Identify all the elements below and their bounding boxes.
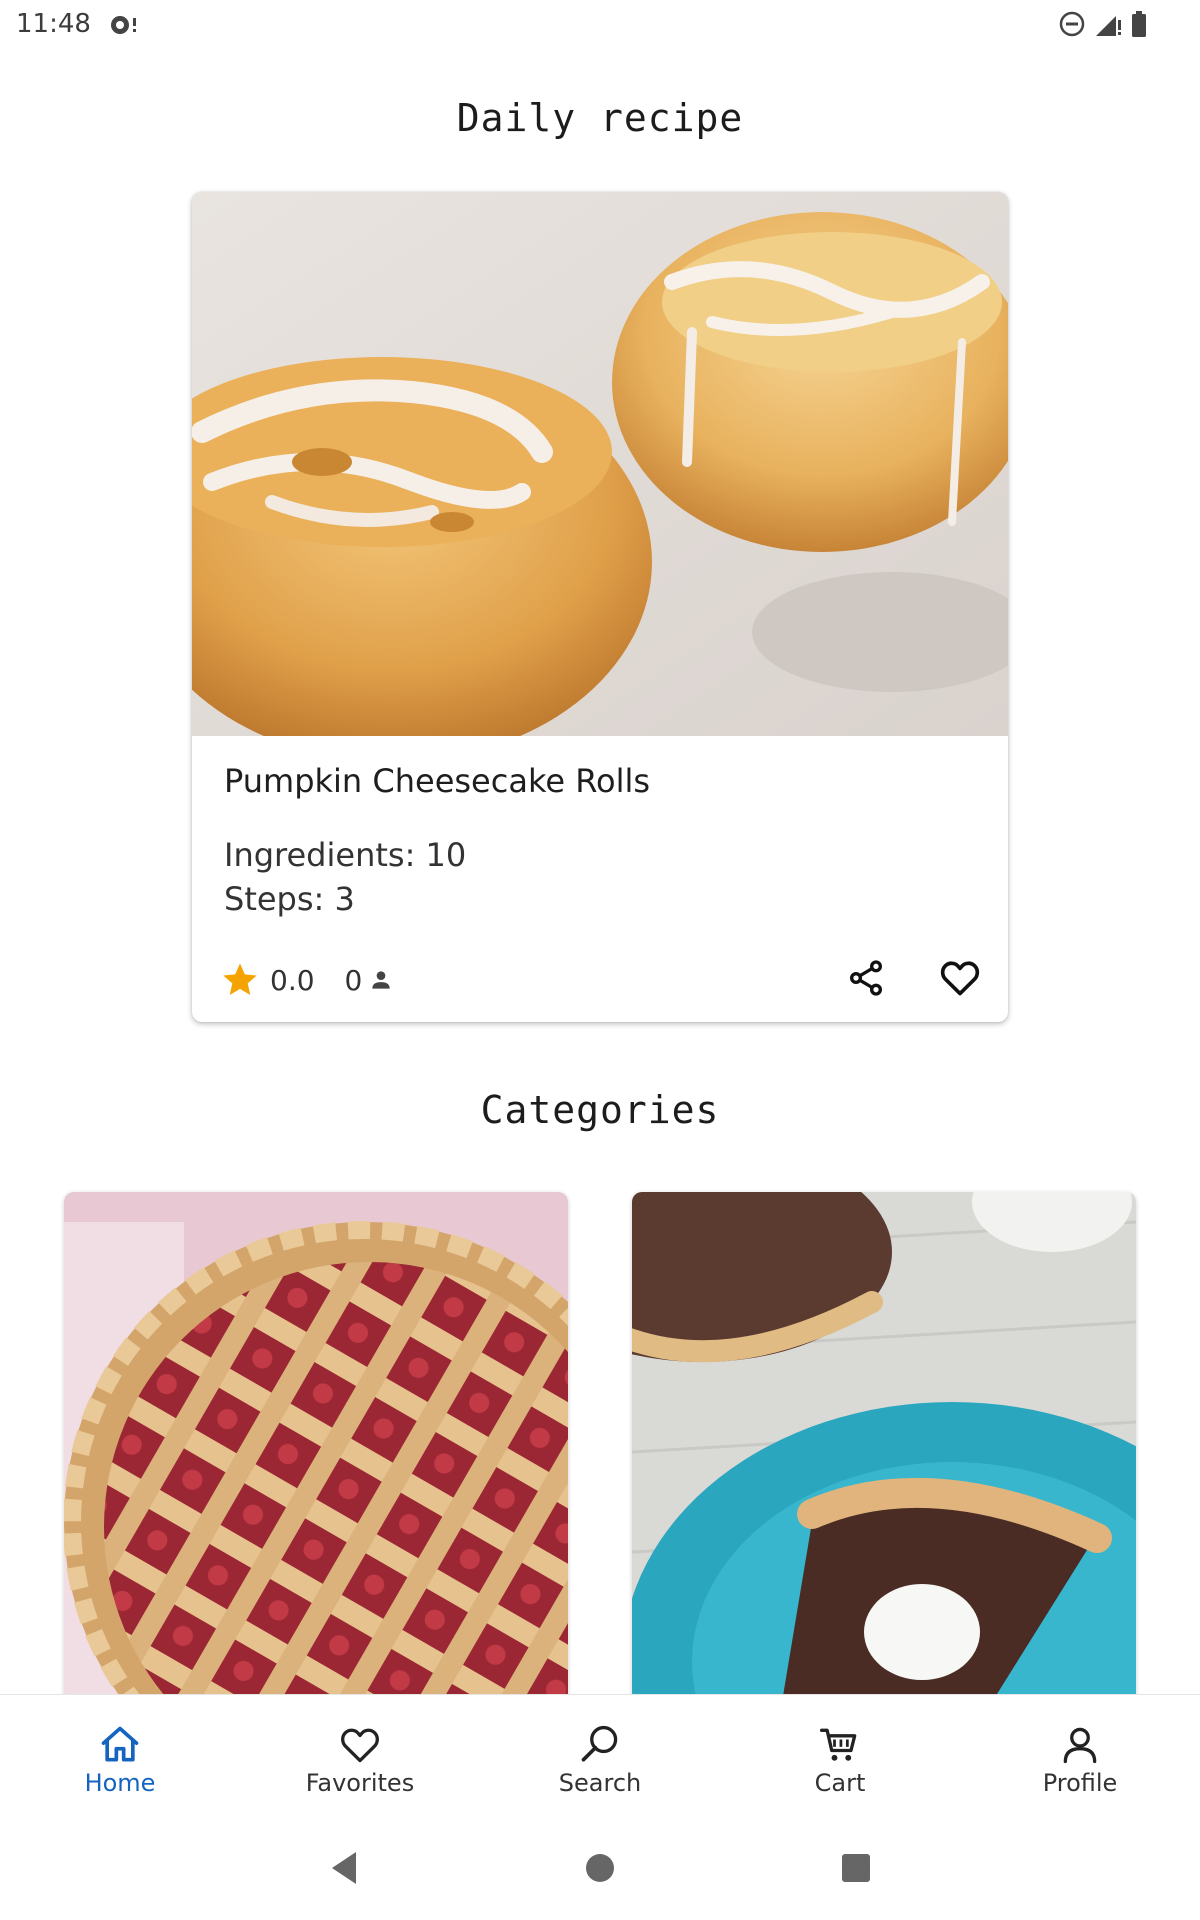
heart-icon [341, 1728, 379, 1763]
categories-heading: Categories [480, 1088, 720, 1132]
category-image-lattice-pie [64, 1192, 568, 1702]
recents-icon[interactable] [832, 1844, 880, 1892]
do-not-disturb-icon [1059, 11, 1085, 37]
system-navigation-bar [0, 1814, 1200, 1920]
recipe-steps-count: Steps: 3 [224, 880, 355, 918]
share-icon [850, 960, 882, 996]
person-small-icon [372, 971, 391, 989]
rating-row: 0.0 0 [220, 956, 394, 1004]
share-button[interactable] [838, 950, 894, 1006]
nav-cart-label: Cart [814, 1769, 866, 1797]
category-image-chocolate-pie [632, 1192, 1136, 1702]
cart-icon [820, 1728, 857, 1761]
nav-favorites[interactable]: Favorites [240, 1695, 480, 1815]
nav-favorites-label: Favorites [305, 1769, 415, 1797]
nav-cart[interactable]: Cart [720, 1695, 960, 1815]
category-card-pie[interactable] [64, 1192, 568, 1702]
nav-search[interactable]: Search [480, 1695, 720, 1815]
heart-icon [940, 961, 980, 996]
nav-search-label: Search [558, 1769, 642, 1797]
favorite-button[interactable] [932, 950, 988, 1006]
notification-icon [111, 16, 136, 34]
nav-home[interactable]: Home [0, 1695, 240, 1815]
recipe-title: Pumpkin Cheesecake Rolls [224, 762, 651, 800]
battery-icon [1132, 11, 1146, 37]
bottom-navigation: Home Favorites Search Cart Profile [0, 1694, 1200, 1814]
nav-profile-label: Profile [1042, 1769, 1118, 1797]
daily-recipe-heading: Daily recipe [456, 96, 744, 140]
status-bar: 11:48 [0, 0, 1200, 50]
back-icon[interactable] [320, 1844, 368, 1892]
recipe-ingredients-count: Ingredients: 10 [224, 836, 467, 874]
person-icon [1063, 1727, 1097, 1764]
status-time: 11:48 [16, 9, 91, 39]
search-icon [581, 1725, 618, 1762]
home-icon [101, 1726, 139, 1762]
daily-recipe-card[interactable]: Pumpkin Cheesecake Rolls Ingredients: 10… [192, 192, 1008, 1022]
recipe-image [192, 192, 1008, 736]
nav-home-label: Home [84, 1769, 156, 1797]
rating-value: 0.0 [270, 963, 315, 997]
signal-icon [1096, 16, 1121, 36]
category-card-chocolate-pie[interactable] [632, 1192, 1136, 1702]
home-circle-icon[interactable] [576, 1844, 624, 1892]
review-count: 0 [344, 963, 363, 997]
star-icon [223, 963, 257, 995]
nav-profile[interactable]: Profile [960, 1695, 1200, 1815]
